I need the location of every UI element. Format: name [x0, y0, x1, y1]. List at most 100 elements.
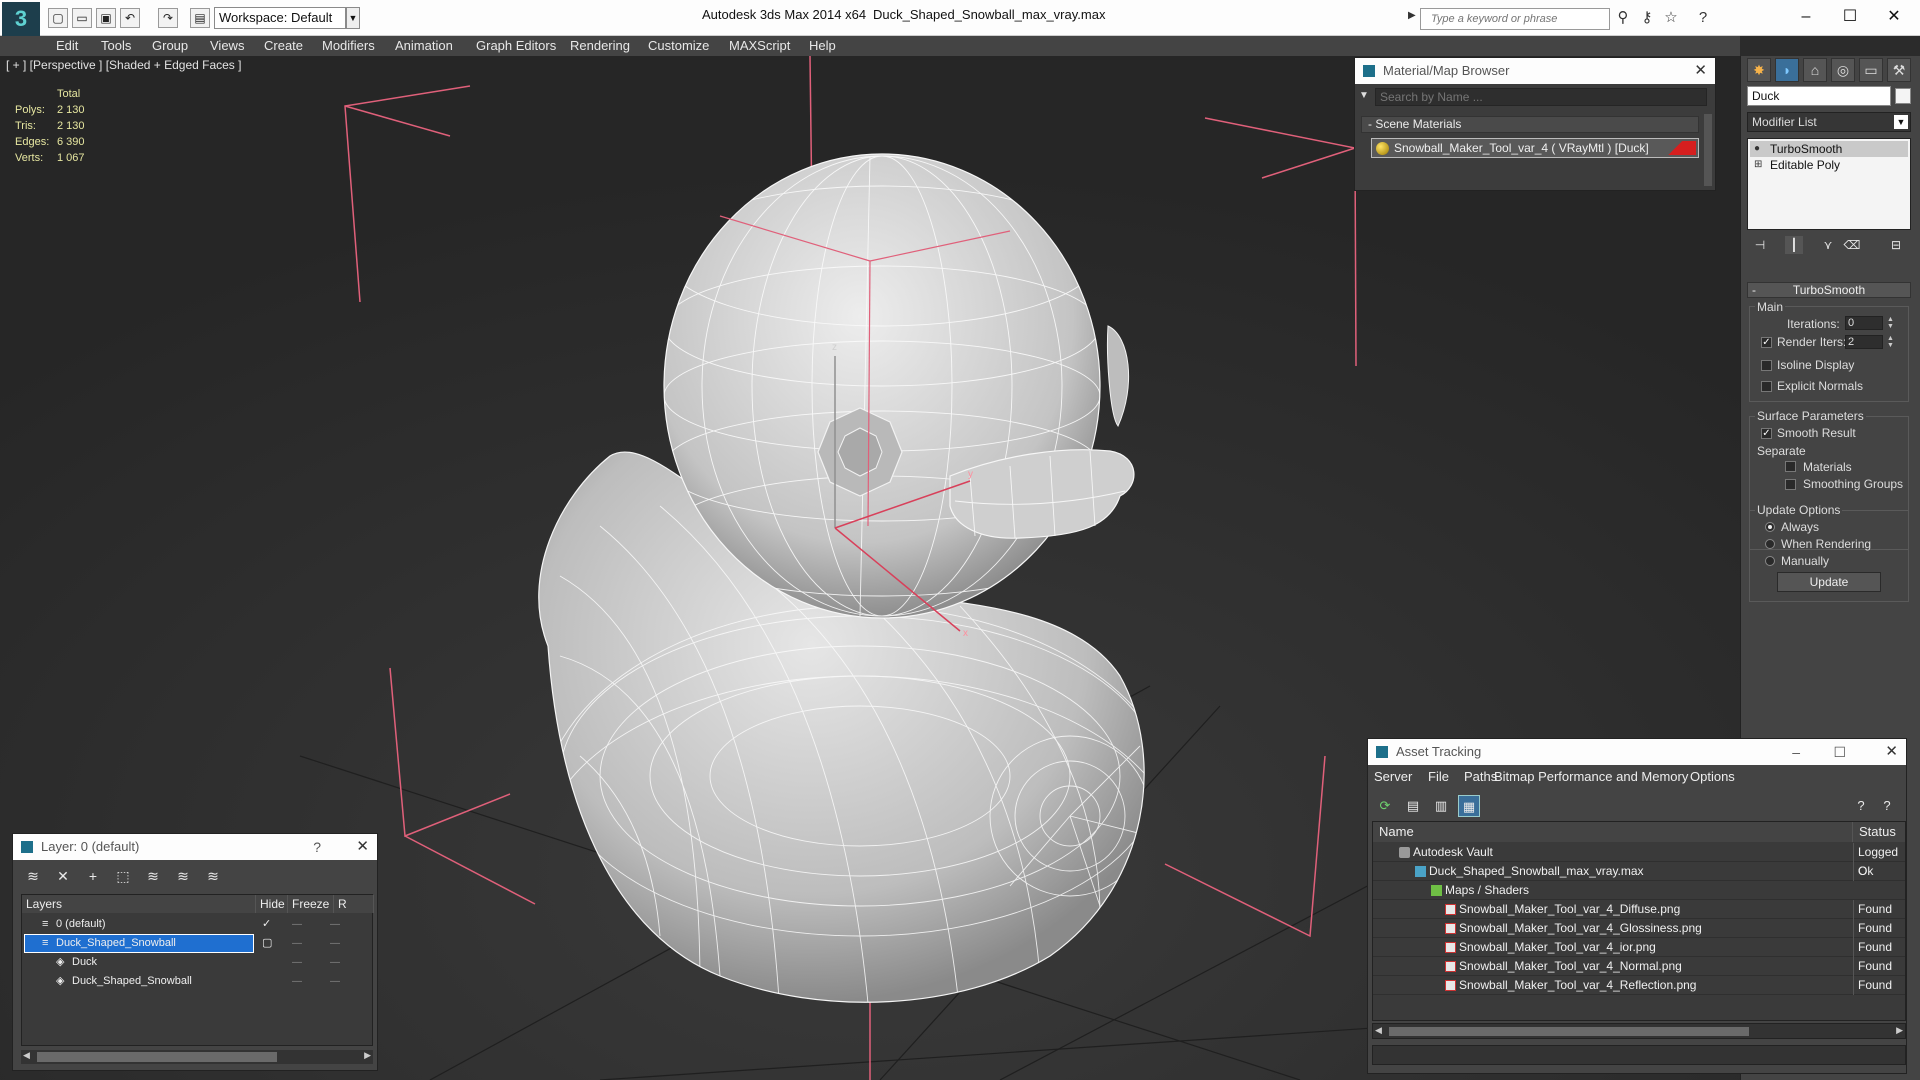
scrollbar-thumb[interactable] [1389, 1027, 1749, 1036]
hide-toggle[interactable]: — [292, 953, 302, 972]
viewport-label[interactable]: [ + ] [Perspective ] [Shaded + Edged Fac… [6, 58, 241, 72]
close-icon[interactable]: ✕ [1694, 58, 1707, 84]
chevron-down-icon[interactable]: ▼ [346, 7, 360, 29]
current-layer-check-icon[interactable]: ✓ [262, 915, 271, 934]
save-icon[interactable]: ▣ [96, 8, 116, 28]
undo-icon[interactable]: ↶ [120, 8, 140, 28]
scroll-left-icon[interactable]: ◀ [23, 1050, 30, 1061]
search-input[interactable] [1421, 9, 1609, 29]
menu-help[interactable]: Help [809, 38, 836, 53]
iterations-spinner[interactable]: 0 [1845, 316, 1883, 330]
turbosmooth-rollout-header[interactable]: - TurboSmooth [1747, 282, 1911, 298]
spinner-arrows-icon[interactable]: ▲ ▼ [1887, 316, 1895, 330]
explicit-normals-checkbox[interactable] [1761, 381, 1772, 392]
duck-eye[interactable] [817, 407, 903, 497]
maximize-button[interactable]: ☐ [1830, 4, 1870, 30]
asset-menu-paths[interactable]: Paths [1464, 769, 1497, 784]
layer-row[interactable]: ≡ 0 (default) ✓ — — [22, 915, 374, 934]
hide-toggle[interactable]: — [292, 972, 302, 991]
menu-customize[interactable]: Customize [648, 38, 709, 53]
expand-arrow-icon[interactable]: ▶ [1408, 10, 1416, 21]
menu-views[interactable]: Views [210, 38, 244, 53]
render-column-header[interactable]: R [334, 895, 374, 913]
new-file-icon[interactable]: ▢ [48, 8, 68, 28]
layer-panel-header[interactable]: Layer: 0 (default) ? ✕ [13, 834, 377, 860]
binoculars-icon[interactable]: ⚲ [1614, 9, 1632, 27]
scroll-right-icon[interactable]: ▶ [1896, 1025, 1903, 1036]
workspace-dropdown[interactable]: Workspace: Default [214, 7, 346, 29]
material-browser-header[interactable]: Material/Map Browser ✕ [1355, 58, 1715, 84]
scroll-right-icon[interactable]: ▶ [364, 1050, 371, 1061]
hide-column-header[interactable]: Hide [256, 895, 288, 913]
close-icon[interactable]: ✕ [1885, 739, 1898, 765]
layer-horizontal-scrollbar[interactable]: ◀ ▶ [21, 1050, 373, 1064]
tree-view-icon[interactable]: ▥ [1430, 795, 1452, 817]
select-layer-icon[interactable]: ⬚ [113, 866, 133, 886]
manually-radio[interactable] [1765, 556, 1775, 566]
app-logo-icon[interactable]: 3 [2, 2, 40, 36]
freeze-toggle[interactable]: — [330, 953, 340, 972]
freeze-layer-icon[interactable]: ≋ [203, 866, 223, 886]
asset-row[interactable]: Snowball_Maker_Tool_var_4_Reflection.png… [1373, 976, 1905, 995]
asset-row[interactable]: Snowball_Maker_Tool_var_4_Glossiness.png… [1373, 919, 1905, 938]
redo-icon[interactable]: ↷ [158, 8, 178, 28]
spinner-arrows-icon[interactable]: ▲ ▼ [1887, 335, 1895, 349]
close-icon[interactable]: ✕ [356, 834, 369, 860]
menu-modifiers[interactable]: Modifiers [322, 38, 375, 53]
expand-plus-icon[interactable]: ⊞ [1754, 157, 1762, 173]
object-name-field[interactable]: Duck [1747, 86, 1891, 106]
hide-toggle[interactable]: — [292, 915, 302, 934]
asset-menu-bitmap-performance[interactable]: Bitmap Performance and Memory [1494, 769, 1688, 784]
asset-row[interactable]: Snowball_Maker_Tool_var_4_ior.png Found [1373, 938, 1905, 957]
update-button[interactable]: Update [1777, 572, 1881, 592]
asset-menu-file[interactable]: File [1428, 769, 1449, 784]
key-icon[interactable]: ⚷ [1638, 9, 1656, 27]
add-layer-icon[interactable]: + [83, 866, 103, 886]
menu-rendering[interactable]: Rendering [570, 38, 630, 53]
minimize-button[interactable]: – [1792, 739, 1800, 765]
layer-row[interactable]: ◈ Duck_Shaped_Snowball — — [22, 972, 374, 991]
close-button[interactable]: ✕ [1874, 4, 1914, 30]
asset-row[interactable]: Autodesk Vault Logged O [1373, 843, 1905, 881]
search-box[interactable] [1420, 8, 1610, 30]
object-color-swatch[interactable] [1895, 88, 1911, 104]
material-search-input[interactable] [1375, 88, 1707, 106]
always-radio[interactable] [1765, 522, 1775, 532]
layer-row[interactable]: ≡ Duck_Shaped_Snowball ▢ — — [22, 934, 374, 953]
open-file-icon[interactable]: ▭ [72, 8, 92, 28]
show-end-result-icon[interactable]: ┃ [1785, 236, 1803, 254]
layer-row[interactable]: ◈ Duck — — [22, 953, 374, 972]
material-entry[interactable]: Snowball_Maker_Tool_var_4 ( VRayMtl ) [D… [1371, 138, 1699, 158]
render-iters-spinner[interactable]: 2 [1845, 335, 1883, 349]
collapse-minus-icon[interactable]: - [1752, 283, 1756, 297]
menu-create[interactable]: Create [264, 38, 303, 53]
motion-tab-icon[interactable]: ◎ [1831, 58, 1855, 82]
menu-edit[interactable]: Edit [56, 38, 78, 53]
freeze-toggle[interactable]: — [330, 972, 340, 991]
modify-tab-icon[interactable]: ◗ [1775, 58, 1799, 82]
isoline-display-checkbox[interactable] [1761, 360, 1772, 371]
hierarchy-tab-icon[interactable]: ⌂ [1803, 58, 1827, 82]
modifier-list-dropdown[interactable]: Modifier List ▼ [1747, 112, 1911, 132]
status-column-header[interactable]: Status [1853, 822, 1905, 842]
freeze-toggle[interactable]: — [330, 915, 340, 934]
layers-column-header[interactable]: Layers [22, 895, 256, 913]
smooth-result-checkbox[interactable]: ✓ [1761, 428, 1772, 439]
project-folder-icon[interactable]: ▤ [190, 8, 210, 28]
asset-menu-options[interactable]: Options [1690, 769, 1735, 784]
scroll-left-icon[interactable]: ◀ [1375, 1025, 1382, 1036]
materials-checkbox[interactable] [1785, 461, 1796, 472]
minimize-button[interactable]: – [1786, 4, 1826, 30]
list-view-icon[interactable]: ▤ [1402, 795, 1424, 817]
hide-toggle[interactable]: — [292, 934, 302, 953]
stack-item-turbosmooth[interactable]: ● TurboSmooth [1750, 141, 1908, 157]
menu-animation[interactable]: Animation [395, 38, 453, 53]
refresh-icon[interactable]: ⟳ [1374, 795, 1396, 817]
star-icon[interactable]: ☆ [1662, 9, 1680, 27]
asset-row[interactable]: Snowball_Maker_Tool_var_4_Normal.png Fou… [1373, 957, 1905, 976]
remove-modifier-icon[interactable]: ⌫ [1843, 236, 1861, 254]
table-view-icon[interactable]: ▦ [1458, 795, 1480, 817]
set-current-box-icon[interactable]: ▢ [262, 934, 272, 953]
asset-menu-server[interactable]: Server [1374, 769, 1412, 784]
asset-row[interactable]: Maps / Shaders [1373, 881, 1905, 900]
